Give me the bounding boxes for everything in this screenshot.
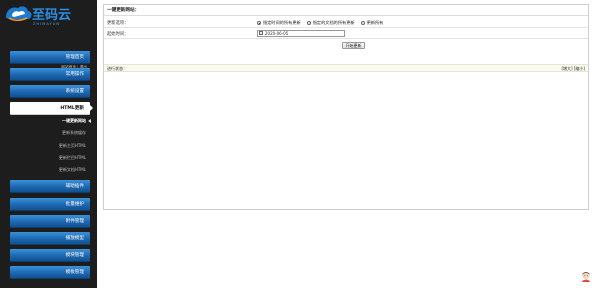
option-all-label: 更新所有 (366, 20, 384, 25)
option-by-doc-label: 指定的文档的所有更新 (312, 20, 355, 25)
option-by-time-label: 指定时间的所有更新 (263, 20, 301, 25)
option-by-doc[interactable]: 指定的文档的所有更新 (306, 20, 355, 26)
start-time-input[interactable]: 2020-06-05 (257, 29, 345, 37)
logo-mark-icon (6, 6, 32, 22)
start-time-label: 起始时间： (107, 32, 129, 37)
menu-plugins[interactable]: 辅助插件 (10, 180, 90, 193)
menu-home[interactable]: 管理首页 (10, 51, 90, 64)
logo: 至码云 ZHIMAYUN (6, 6, 71, 26)
panel-title: 一键更新网站： (104, 5, 588, 16)
options-row: 更新选项： 指定时间的所有更新 指定的文档的所有更新 更新所有 (104, 17, 588, 28)
option-all[interactable]: 更新所有 (360, 20, 384, 26)
main-content: 一键更新网站： 更新选项： 指定时间的所有更新 指定的文档的所有更新 更新所有 (97, 0, 600, 288)
option-by-time[interactable]: 指定时间的所有更新 (257, 20, 301, 26)
radio-by-time[interactable] (257, 21, 261, 25)
menu-system-settings[interactable]: 系统设置 (10, 85, 90, 98)
svg-text:至码云: 至码云 (32, 8, 71, 23)
status-bar: 进行状态： [增大] [缩小] (104, 64, 588, 72)
options-label: 更新选项： (107, 21, 129, 26)
menu-template-manage[interactable]: 模板管理 (10, 266, 90, 279)
menu-module-manage[interactable]: 模块管理 (10, 249, 90, 262)
start-time-row: 起始时间： 2020-06-05 (104, 28, 588, 39)
submenu-update-doc-html[interactable]: 更新文档HTML (59, 167, 86, 173)
start-time-value: 2020-06-05 (265, 30, 289, 36)
update-panel: 一键更新网站： 更新选项： 指定时间的所有更新 指定的文档的所有更新 更新所有 (103, 4, 589, 210)
menu-attachments[interactable]: 附件管理 (10, 215, 90, 228)
menu-batch-maintain[interactable]: 批量维护 (10, 198, 90, 211)
user-meta: 功能地图 Hello, admin 网站首页 | 退出 (0, 27, 97, 69)
menu-player-model[interactable]: 播放模型 (10, 232, 90, 245)
submenu-update-home-html[interactable]: 更新主页HTML (59, 143, 86, 149)
submenu-update-cache[interactable]: 更新系统缓存 (62, 130, 86, 136)
radio-all[interactable] (360, 21, 365, 25)
calendar-icon[interactable] (259, 31, 264, 36)
radio-by-doc[interactable] (306, 21, 311, 25)
submenu-update-column-html[interactable]: 更新栏目HTML (59, 155, 86, 161)
sidebar: 至码云 ZHIMAYUN 功能地图 Hello, admin 网站首页 | 退出… (0, 0, 97, 288)
svg-text:ZHIMAYUN: ZHIMAYUN (33, 22, 60, 26)
menu-common-ops[interactable]: 常用操作 (10, 68, 90, 81)
action-row: 开始更新 (104, 39, 588, 52)
status-label: 进行状态： (107, 66, 127, 71)
assistant-avatar-icon[interactable] (581, 271, 591, 282)
start-update-button[interactable]: 开始更新 (342, 42, 365, 49)
update-options: 指定时间的所有更新 指定的文档的所有更新 更新所有 (257, 20, 383, 26)
status-resize-links[interactable]: [增大] [缩小] (561, 66, 585, 72)
menu-html-update[interactable]: HTML更新 (10, 102, 93, 115)
submenu-one-click-update[interactable]: 一键更新网站 (62, 118, 91, 124)
